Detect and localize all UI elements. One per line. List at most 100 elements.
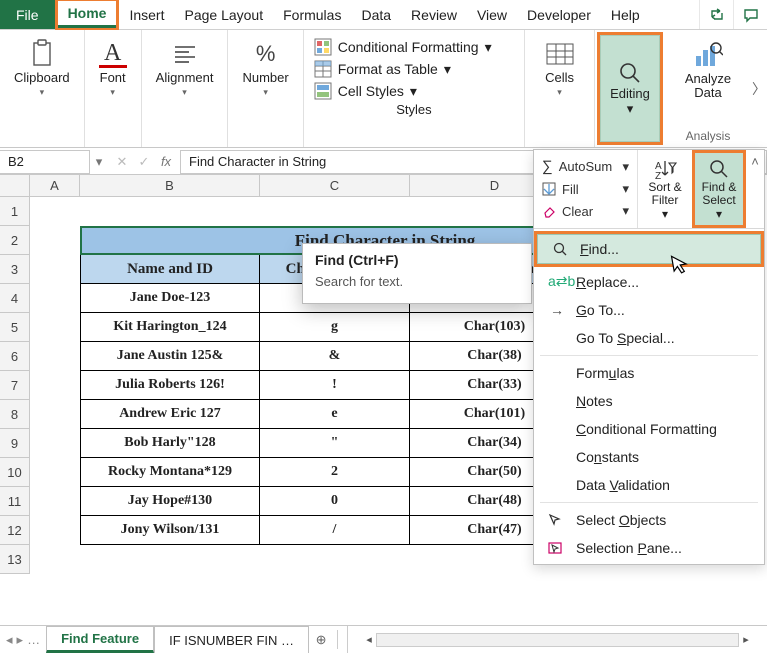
cell-name[interactable]: Jane Doe-123: [80, 284, 260, 313]
cell-sign[interactable]: &: [260, 342, 410, 371]
select-all-corner[interactable]: [0, 175, 30, 197]
cell-name[interactable]: Rocky Montana*129: [80, 458, 260, 487]
fx-icon[interactable]: fx: [158, 154, 174, 170]
menu-page-layout[interactable]: Page Layout: [174, 0, 273, 29]
row-header[interactable]: 5: [0, 313, 30, 342]
cell-name[interactable]: Kit Harington_124: [80, 313, 260, 342]
collapse-flyout[interactable]: ˄: [746, 150, 764, 228]
cell-sign[interactable]: ": [260, 429, 410, 458]
menu-insert[interactable]: Insert: [119, 0, 174, 29]
menu-selection-pane[interactable]: Selection Pane...: [534, 534, 764, 562]
tab-nav-prev[interactable]: ▸: [17, 632, 24, 648]
chevron-down-icon: ▾: [622, 181, 629, 197]
menu-formulas[interactable]: Formulas: [273, 0, 351, 29]
menu-constants[interactable]: Constants: [534, 443, 764, 471]
sheet-tab[interactable]: IF ISNUMBER FIN …: [154, 626, 309, 653]
sheet-tab-active[interactable]: Find Feature: [46, 626, 154, 653]
menu-review[interactable]: Review: [401, 0, 467, 29]
scroll-left[interactable]: ◂: [362, 633, 376, 646]
row-header[interactable]: 4: [0, 284, 30, 313]
row-header[interactable]: 7: [0, 371, 30, 400]
name-box[interactable]: B2: [0, 150, 90, 174]
menu-data[interactable]: Data: [351, 0, 401, 29]
cell-name[interactable]: Jane Austin 125&: [80, 342, 260, 371]
col-header[interactable]: B: [80, 175, 260, 197]
row-header[interactable]: 9: [0, 429, 30, 458]
cells-button[interactable]: Cells ▾: [539, 36, 580, 102]
row-header[interactable]: 2: [0, 226, 30, 255]
cell-name[interactable]: Andrew Eric 127: [80, 400, 260, 429]
cell-sign[interactable]: 0: [260, 487, 410, 516]
menu-select-objects[interactable]: Select Objects: [534, 506, 764, 534]
row-header[interactable]: 13: [0, 545, 30, 574]
analyze-data-button[interactable]: Analyze Data: [673, 36, 743, 106]
row-header[interactable]: 1: [0, 197, 30, 226]
editing-button[interactable]: Editing ▾: [600, 35, 660, 142]
menu-notes[interactable]: Notes: [534, 387, 764, 415]
table-header[interactable]: Name and ID: [80, 255, 260, 284]
table-row[interactable]: Jay Hope#1300Char(48): [80, 487, 580, 516]
conditional-formatting-button[interactable]: Conditional Formatting ▾: [314, 36, 514, 58]
share-icon[interactable]: [699, 0, 733, 29]
add-sheet-button[interactable]: ⊕: [309, 626, 333, 653]
row-header[interactable]: 11: [0, 487, 30, 516]
fill-button[interactable]: Fill ▾: [538, 179, 633, 199]
name-box-dropdown[interactable]: ▾: [90, 154, 108, 170]
table-row[interactable]: Julia Roberts 126!!Char(33): [80, 371, 580, 400]
row-header[interactable]: 6: [0, 342, 30, 371]
format-as-table-button[interactable]: Format as Table ▾: [314, 58, 514, 80]
enter-icon[interactable]: ✓: [136, 154, 152, 170]
menu-view[interactable]: View: [467, 0, 517, 29]
font-button[interactable]: A Font ▾: [93, 36, 133, 102]
menu-goto[interactable]: → Go To...: [534, 296, 764, 324]
ribbon-overflow[interactable]: 〉: [751, 30, 767, 147]
cell-sign[interactable]: !: [260, 371, 410, 400]
clear-button[interactable]: Clear ▾: [538, 201, 633, 221]
table-row[interactable]: Bob Harly"128"Char(34): [80, 429, 580, 458]
table-row[interactable]: Jony Wilson/131/Char(47): [80, 516, 580, 545]
menu-file[interactable]: File: [0, 0, 55, 29]
menu-find[interactable]: Find...: [537, 234, 761, 264]
table-row[interactable]: Andrew Eric 127eChar(101): [80, 400, 580, 429]
cell-name[interactable]: Jay Hope#130: [80, 487, 260, 516]
menu-formulas[interactable]: Formulas: [534, 359, 764, 387]
comments-icon[interactable]: [733, 0, 767, 29]
cell-name[interactable]: Jony Wilson/131: [80, 516, 260, 545]
col-header[interactable]: C: [260, 175, 410, 197]
chevron-down-icon: ▾: [627, 101, 634, 117]
cell-sign[interactable]: 2: [260, 458, 410, 487]
tab-nav-first[interactable]: ◂: [6, 632, 13, 648]
table-row[interactable]: Jane Austin 125&&Char(38): [80, 342, 580, 371]
row-header[interactable]: 12: [0, 516, 30, 545]
menu-developer[interactable]: Developer: [517, 0, 601, 29]
scroll-right[interactable]: ▸: [739, 633, 753, 646]
cancel-icon[interactable]: ✕: [114, 154, 130, 170]
menu-home[interactable]: Home: [58, 1, 117, 28]
menu-data-validation[interactable]: Data Validation: [534, 471, 764, 499]
col-header[interactable]: A: [30, 175, 80, 197]
row-header[interactable]: 8: [0, 400, 30, 429]
table-row[interactable]: Rocky Montana*1292Char(50): [80, 458, 580, 487]
row-header[interactable]: 3: [0, 255, 30, 284]
tab-nav-more[interactable]: …: [27, 632, 40, 647]
alignment-button[interactable]: Alignment ▾: [150, 36, 220, 102]
cell-sign[interactable]: e: [260, 400, 410, 429]
autosum-button[interactable]: ∑ AutoSum ▾: [538, 156, 633, 177]
find-select-button[interactable]: Find & Select ▾: [692, 150, 746, 228]
row-header[interactable]: 10: [0, 458, 30, 487]
menu-replace[interactable]: a⇄b Replace...: [534, 267, 764, 296]
number-button[interactable]: % Number ▾: [236, 36, 294, 102]
cell-styles-button[interactable]: Cell Styles ▾: [314, 80, 514, 102]
cell-name[interactable]: Julia Roberts 126!: [80, 371, 260, 400]
menu-help[interactable]: Help: [601, 0, 650, 29]
replace-icon: a⇄b: [548, 273, 566, 290]
table-row[interactable]: Kit Harington_124gChar(103): [80, 313, 580, 342]
horizontal-scrollbar[interactable]: ◂ ▸: [347, 626, 767, 653]
cell-sign[interactable]: /: [260, 516, 410, 545]
menu-conditional-formatting[interactable]: Conditional Formatting: [534, 415, 764, 443]
menu-goto-special[interactable]: Go To Special...: [534, 324, 764, 352]
cell-sign[interactable]: g: [260, 313, 410, 342]
sort-filter-button[interactable]: AZ Sort & Filter ▾: [638, 150, 692, 228]
clipboard-button[interactable]: Clipboard ▾: [8, 36, 76, 102]
cell-name[interactable]: Bob Harly"128: [80, 429, 260, 458]
